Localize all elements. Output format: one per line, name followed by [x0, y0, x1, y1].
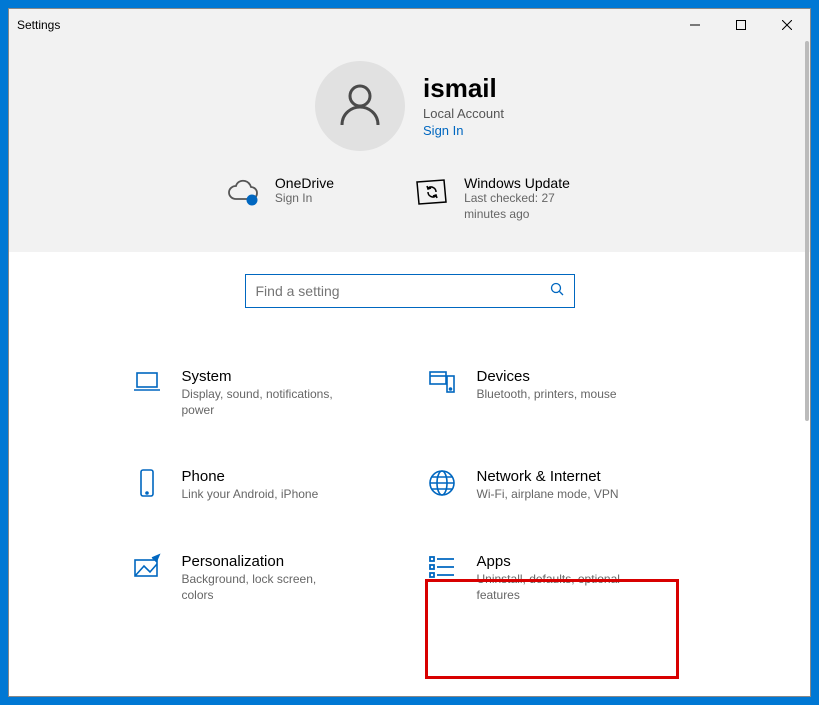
phone-icon	[130, 468, 164, 502]
minimize-button[interactable]	[672, 9, 718, 41]
category-title: Personalization	[182, 553, 352, 570]
scrollbar[interactable]	[804, 41, 810, 461]
search-input[interactable]	[256, 283, 550, 299]
category-system[interactable]: System Display, sound, notifications, po…	[130, 368, 395, 418]
windows-update-status[interactable]: Windows Update Last checked: 27 minutes …	[414, 175, 594, 222]
account-name: ismail	[423, 73, 504, 104]
window-title: Settings	[17, 18, 60, 32]
signin-link[interactable]: Sign In	[423, 123, 463, 138]
onedrive-status[interactable]: OneDrive Sign In	[225, 175, 334, 222]
account-header: ismail Local Account Sign In OneDrive	[9, 41, 810, 252]
category-desc: Bluetooth, printers, mouse	[477, 387, 617, 403]
user-icon	[337, 81, 383, 132]
cloud-icon	[225, 175, 261, 209]
status-row: OneDrive Sign In Windows Update	[225, 175, 594, 222]
category-apps[interactable]: Apps Uninstall, defaults, optional featu…	[425, 553, 690, 603]
content-area: ismail Local Account Sign In OneDrive	[9, 41, 810, 696]
paint-icon	[130, 553, 164, 587]
onedrive-title: OneDrive	[275, 175, 334, 191]
search-icon	[550, 282, 564, 301]
category-desc: Uninstall, defaults, optional features	[477, 572, 647, 603]
onedrive-sub: Sign In	[275, 191, 334, 207]
category-desc: Link your Android, iPhone	[182, 487, 319, 503]
category-devices[interactable]: Devices Bluetooth, printers, mouse	[425, 368, 690, 418]
window-controls	[672, 9, 810, 41]
scrollbar-thumb[interactable]	[805, 41, 809, 421]
category-title: Network & Internet	[477, 468, 619, 485]
category-desc: Wi-Fi, airplane mode, VPN	[477, 487, 619, 503]
avatar	[315, 61, 405, 151]
body-area: System Display, sound, notifications, po…	[9, 252, 810, 643]
globe-icon	[425, 468, 459, 502]
update-sub: Last checked: 27 minutes ago	[464, 191, 594, 222]
category-title: Phone	[182, 468, 319, 485]
laptop-icon	[130, 368, 164, 402]
category-phone[interactable]: Phone Link your Android, iPhone	[130, 468, 395, 503]
devices-icon	[425, 368, 459, 402]
category-desc: Background, lock screen, colors	[182, 572, 352, 603]
titlebar: Settings	[9, 9, 810, 41]
category-network[interactable]: Network & Internet Wi-Fi, airplane mode,…	[425, 468, 690, 503]
account-row: ismail Local Account Sign In	[315, 61, 504, 151]
settings-window: Settings	[8, 8, 811, 697]
category-personalization[interactable]: Personalization Background, lock screen,…	[130, 553, 395, 603]
maximize-button[interactable]	[718, 9, 764, 41]
search-box[interactable]	[245, 274, 575, 308]
account-type: Local Account	[423, 106, 504, 121]
update-title: Windows Update	[464, 175, 594, 191]
apps-list-icon	[425, 553, 459, 587]
close-button[interactable]	[764, 9, 810, 41]
account-info: ismail Local Account Sign In	[423, 73, 504, 140]
category-grid: System Display, sound, notifications, po…	[130, 368, 690, 603]
category-title: Apps	[477, 553, 647, 570]
sync-icon	[414, 175, 450, 209]
category-desc: Display, sound, notifications, power	[182, 387, 352, 418]
category-title: Devices	[477, 368, 617, 385]
category-title: System	[182, 368, 352, 385]
